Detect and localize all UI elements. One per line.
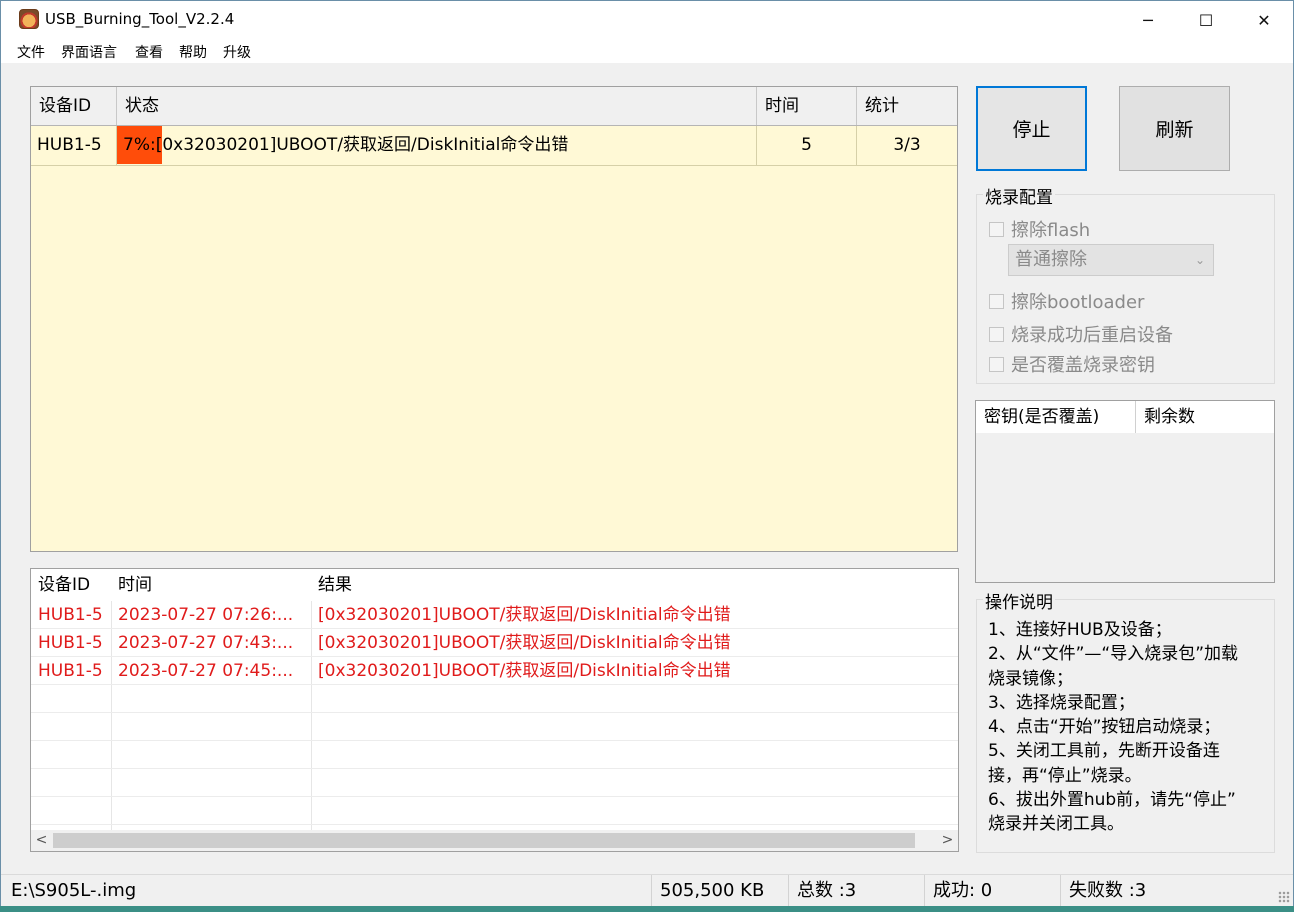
column-device-id[interactable]: 设备ID xyxy=(31,87,117,125)
failed-count: 失败数 :3 xyxy=(1069,880,1147,901)
erase-flash-option[interactable]: 擦除flash xyxy=(989,216,1090,242)
log-row[interactable]: HUB1-5 2023-07-27 07:26:... [0x32030201]… xyxy=(31,601,958,629)
empty-row xyxy=(31,713,958,741)
image-size: 505,500 KB xyxy=(652,875,789,906)
device-row[interactable]: HUB1-5 7%:[0x32030201]UBOOT/获取返回/DiskIni… xyxy=(31,126,957,166)
device-id-cell: HUB1-5 xyxy=(31,126,117,165)
empty-row xyxy=(31,797,958,825)
empty-row xyxy=(31,685,958,713)
erase-bootloader-option[interactable]: 擦除bootloader xyxy=(989,288,1144,314)
scrollbar-thumb[interactable] xyxy=(53,833,915,848)
minimize-button[interactable]: ─ xyxy=(1119,1,1177,39)
log-header: 设备ID 时间 结果 xyxy=(31,569,958,601)
key-list[interactable]: 密钥(是否覆盖) 剩余数 xyxy=(975,400,1275,583)
menu-language[interactable]: 界面语言 xyxy=(61,42,117,62)
empty-row xyxy=(31,741,958,769)
log-result: [0x32030201]UBOOT/获取返回/DiskInitial命令出错 xyxy=(318,661,731,681)
reboot-after-success-label: 烧录成功后重启设备 xyxy=(1011,325,1173,346)
overwrite-key-checkbox[interactable] xyxy=(989,356,1004,372)
erase-flash-label: 擦除flash xyxy=(1011,220,1091,241)
desktop-background xyxy=(1294,0,1302,912)
status-bar: E:\S905L-.img 505,500 KB 总数 :3 成功: 0 失败数… xyxy=(1,874,1293,906)
log-list[interactable]: 设备ID 时间 结果 HUB1-5 2023-07-27 07:26:... [… xyxy=(30,568,959,852)
app-window: USB_Burning_Tool_V2.2.4 ─ ☐ ✕ 文件 界面语言 查看… xyxy=(0,0,1294,906)
device-table-header: 设备ID 状态 时间 统计 xyxy=(31,87,957,126)
time-cell: 5 xyxy=(757,126,857,165)
column-status[interactable]: 状态 xyxy=(117,87,757,125)
log-time: 2023-07-27 07:45:... xyxy=(118,661,294,681)
menu-file[interactable]: 文件 xyxy=(17,42,45,62)
overwrite-key-label: 是否覆盖烧录密钥 xyxy=(1011,355,1155,376)
instruction-line: 4、点击“开始”按钮启动烧录； xyxy=(988,717,1221,738)
log-time: 2023-07-27 07:26:... xyxy=(118,605,294,625)
log-device-id: HUB1-5 xyxy=(38,633,103,653)
image-path: E:\S905L-.img xyxy=(1,875,652,906)
reboot-after-success-checkbox[interactable] xyxy=(989,326,1004,342)
app-logo-icon xyxy=(19,9,39,29)
log-time: 2023-07-27 07:43:... xyxy=(118,633,294,653)
scroll-right-icon[interactable]: > xyxy=(937,830,958,851)
resize-grip-icon[interactable] xyxy=(1278,891,1290,903)
key-list-header: 密钥(是否覆盖) 剩余数 xyxy=(976,401,1274,433)
title-bar: USB_Burning_Tool_V2.2.4 ─ ☐ ✕ xyxy=(1,1,1293,39)
instruction-line: 2、从“文件”—“导入烧录包”加载 xyxy=(988,644,1239,665)
menu-upgrade[interactable]: 升级 xyxy=(223,42,251,62)
menu-view[interactable]: 查看 xyxy=(135,42,163,62)
log-column-time[interactable]: 时间 xyxy=(111,569,311,601)
erase-mode-select[interactable]: 普通擦除 ⌄ xyxy=(1008,244,1214,276)
log-row[interactable]: HUB1-5 2023-07-27 07:45:... [0x32030201]… xyxy=(31,657,958,685)
log-row[interactable]: HUB1-5 2023-07-27 07:43:... [0x32030201]… xyxy=(31,629,958,657)
erase-flash-checkbox[interactable] xyxy=(989,221,1004,237)
success-count: 成功: 0 xyxy=(925,875,1061,906)
overwrite-key-option[interactable]: 是否覆盖烧录密钥 xyxy=(989,351,1155,377)
column-time[interactable]: 时间 xyxy=(757,87,857,125)
stats-cell: 3/3 xyxy=(893,135,921,155)
column-key-overwrite[interactable]: 密钥(是否覆盖) xyxy=(976,401,1136,433)
empty-row xyxy=(31,769,958,797)
scroll-left-icon[interactable]: < xyxy=(31,830,52,851)
chevron-down-icon: ⌄ xyxy=(1194,253,1205,267)
instruction-line: 6、拔出外置hub前，请先“停止” xyxy=(988,790,1236,811)
horizontal-scrollbar[interactable]: < > xyxy=(31,830,958,851)
log-column-result[interactable]: 结果 xyxy=(311,569,951,601)
instruction-line: 烧录镜像； xyxy=(988,668,1073,689)
instruction-line: 烧录并关闭工具。 xyxy=(988,814,1124,835)
erase-mode-value: 普通擦除 xyxy=(1015,249,1087,270)
log-result: [0x32030201]UBOOT/获取返回/DiskInitial命令出错 xyxy=(318,605,731,625)
log-column-device-id[interactable]: 设备ID xyxy=(31,569,111,601)
refresh-button[interactable]: 刷新 xyxy=(1119,86,1230,171)
column-remaining[interactable]: 剩余数 xyxy=(1136,401,1274,433)
maximize-button[interactable]: ☐ xyxy=(1177,1,1235,39)
window-title: USB_Burning_Tool_V2.2.4 xyxy=(45,10,235,28)
total-count: 总数 :3 xyxy=(789,875,925,906)
device-table[interactable]: 设备ID 状态 时间 统计 HUB1-5 7%:[0x32030201]UBOO… xyxy=(30,86,958,552)
erase-bootloader-label: 擦除bootloader xyxy=(1011,292,1145,313)
instruction-line: 3、选择烧录配置； xyxy=(988,692,1135,713)
status-cell: 7%:[0x32030201]UBOOT/获取返回/DiskInitial命令出… xyxy=(117,126,757,165)
menu-bar: 文件 界面语言 查看 帮助 升级 xyxy=(1,39,1293,63)
log-device-id: HUB1-5 xyxy=(38,661,103,681)
instructions-text: 1、连接好HUB及设备； 2、从“文件”—“导入烧录包”加载 烧录镜像； 3、选… xyxy=(988,618,1273,837)
log-result: [0x32030201]UBOOT/获取返回/DiskInitial命令出错 xyxy=(318,633,731,653)
log-device-id: HUB1-5 xyxy=(38,605,103,625)
erase-bootloader-checkbox[interactable] xyxy=(989,293,1004,309)
instruction-line: 1、连接好HUB及设备； xyxy=(988,620,1172,640)
status-text: 7%:[0x32030201]UBOOT/获取返回/DiskInitial命令出… xyxy=(123,135,569,155)
burn-config-title: 烧录配置 xyxy=(983,183,1055,208)
menu-help[interactable]: 帮助 xyxy=(179,42,207,62)
instruction-line: 5、关闭工具前，先断开设备连 xyxy=(988,741,1220,762)
column-stats[interactable]: 统计 xyxy=(857,87,957,125)
instructions-title: 操作说明 xyxy=(983,588,1055,613)
stop-button[interactable]: 停止 xyxy=(976,86,1087,171)
reboot-after-success-option[interactable]: 烧录成功后重启设备 xyxy=(989,321,1173,347)
close-button[interactable]: ✕ xyxy=(1235,1,1293,39)
instruction-line: 接，再“停止”烧录。 xyxy=(988,765,1142,786)
